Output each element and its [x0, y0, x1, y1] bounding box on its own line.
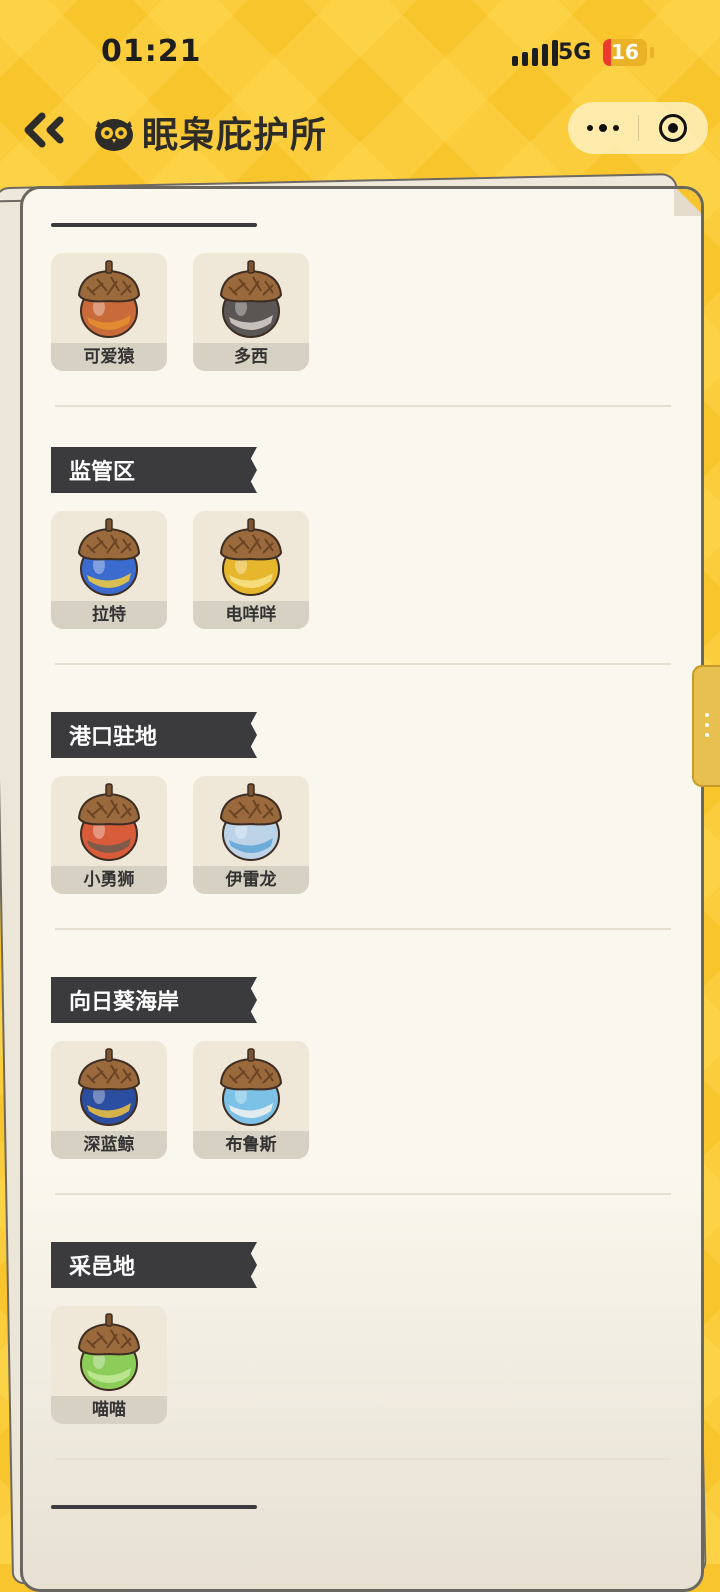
creature-name: 伊雷龙: [193, 866, 309, 894]
section-header: 港口驻地: [51, 712, 257, 758]
mini-program-capsule: [568, 102, 708, 154]
creature-name: 喵喵: [51, 1396, 167, 1424]
creature-tile[interactable]: 多西: [193, 253, 309, 371]
section-divider: [55, 1193, 671, 1195]
section-header-partial: [51, 1505, 257, 1509]
network-type: 5G: [558, 40, 592, 65]
status-bar: 01:21 5G 16: [0, 0, 720, 100]
creature-tile[interactable]: 伊雷龙: [193, 776, 309, 894]
target-close-icon: [659, 114, 688, 142]
creature-name: 拉特: [51, 601, 167, 629]
section-divider: [55, 405, 671, 407]
creature-name: 电咩咩: [193, 601, 309, 629]
acorn-icon: [77, 1313, 141, 1391]
acorn-icon: [77, 783, 141, 861]
section-divider: [55, 928, 671, 930]
creature-name: 多西: [193, 343, 309, 371]
side-drawer-handle[interactable]: [692, 665, 720, 787]
back-button[interactable]: [22, 110, 66, 150]
section-header: 向日葵海岸: [51, 977, 257, 1023]
signal-icon: [512, 40, 558, 66]
more-dots-icon: [586, 125, 593, 131]
battery-level: 16: [611, 40, 639, 64]
acorn-icon: [77, 260, 141, 338]
creature-tile[interactable]: 可爱猿: [51, 253, 167, 371]
creature-tile[interactable]: 布鲁斯: [193, 1041, 309, 1159]
creature-name: 深蓝鲸: [51, 1131, 167, 1159]
more-button[interactable]: [568, 124, 638, 132]
acorn-icon: [219, 518, 283, 596]
page-corner-fold: [674, 189, 701, 216]
battery-icon: 16: [603, 39, 647, 66]
owl-icon: [95, 119, 133, 151]
acorn-icon: [77, 1048, 141, 1126]
acorn-icon: [219, 1048, 283, 1126]
creature-tile[interactable]: 拉特: [51, 511, 167, 629]
creature-tile[interactable]: 小勇狮: [51, 776, 167, 894]
acorn-icon: [77, 518, 141, 596]
creature-name: 布鲁斯: [193, 1131, 309, 1159]
creature-name: 小勇狮: [51, 866, 167, 894]
section-divider: [55, 1458, 671, 1460]
acorn-icon: [219, 783, 283, 861]
section-header: 监管区: [51, 447, 257, 493]
battery-tip: [650, 47, 654, 58]
close-button[interactable]: [639, 114, 709, 142]
acorn-icon: [219, 260, 283, 338]
double-chevron-left-icon: [24, 112, 64, 148]
sanctuary-card[interactable]: 可爱猿 多西监管区拉特 电咩咩港口驻地小勇狮 伊雷龙向日葵海岸深蓝鲸 布鲁斯采邑地喵喵: [20, 186, 704, 1592]
creature-tile[interactable]: 深蓝鲸: [51, 1041, 167, 1159]
creature-name: 可爱猿: [51, 343, 167, 371]
page-title-text: 眠枭庇护所: [142, 115, 328, 156]
creature-tile[interactable]: 电咩咩: [193, 511, 309, 629]
creature-tile[interactable]: 喵喵: [51, 1306, 167, 1424]
page-title: 眠枭庇护所: [92, 106, 327, 158]
section-header: 采邑地: [51, 1242, 257, 1288]
status-time: 01:21: [101, 34, 202, 69]
section-header-partial: [51, 223, 257, 227]
section-divider: [55, 663, 671, 665]
